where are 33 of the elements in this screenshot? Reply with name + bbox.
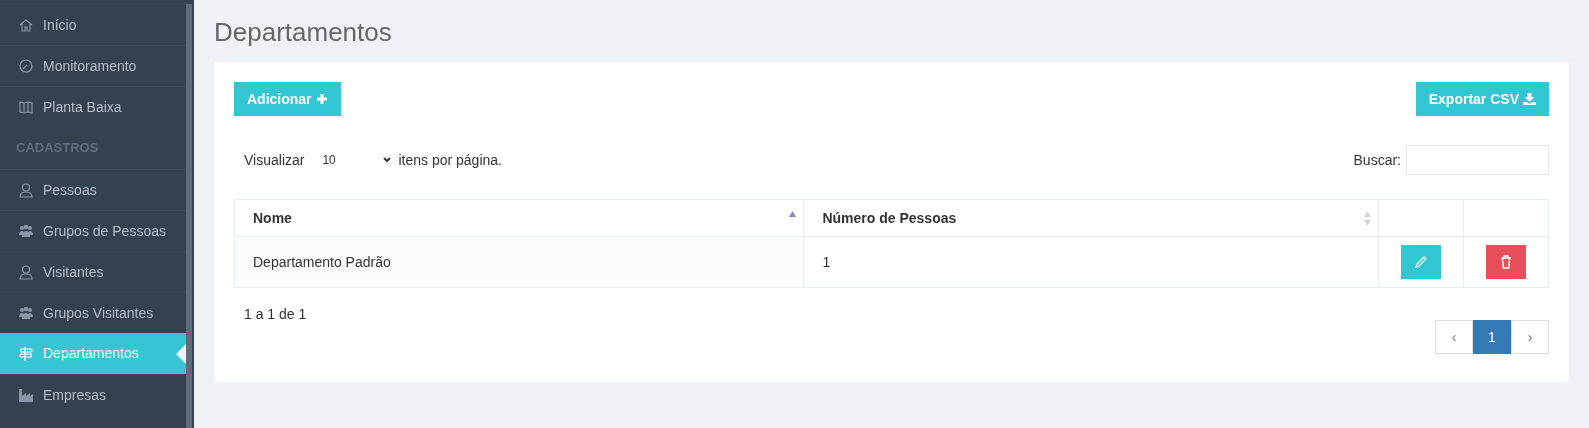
home-icon (18, 17, 34, 33)
previous-page-button[interactable]: ‹ (1435, 320, 1473, 354)
pencil-icon (1413, 255, 1428, 269)
page-size-label: Visualizar (244, 150, 305, 170)
users-icon (18, 223, 34, 239)
users-icon (18, 305, 34, 321)
table-cell: 1 (803, 236, 1379, 288)
table-cell: Departamento Padrão (234, 236, 804, 288)
column-header[interactable]: Número de Pessoas (803, 199, 1379, 237)
page-title: Departamentos (214, 15, 393, 49)
plus-icon (315, 93, 328, 105)
column-header[interactable]: Nome (234, 199, 804, 237)
factory-icon (18, 387, 34, 403)
user-icon (18, 182, 34, 198)
page-size-select[interactable]: 10 (322, 151, 393, 169)
delete-button[interactable] (1485, 245, 1526, 279)
scrollbar[interactable] (186, 4, 192, 428)
download-icon (1523, 93, 1536, 105)
page-button[interactable]: 1 (1473, 320, 1511, 354)
gauge-icon (18, 58, 34, 74)
sort-icon (1362, 211, 1372, 226)
edit-button[interactable] (1400, 245, 1441, 279)
signpost-icon (18, 345, 34, 362)
next-page-button[interactable]: › (1511, 320, 1549, 354)
page-size-suffix: itens por página. (398, 150, 502, 170)
user-icon (18, 264, 34, 280)
search-field[interactable] (1406, 145, 1549, 175)
chevron-down-icon (382, 156, 393, 164)
table-info: 1 a 1 de 1 (244, 305, 307, 324)
map-icon (18, 99, 34, 115)
sort-ascending-icon (788, 210, 798, 218)
trash-icon (1499, 255, 1512, 269)
search-label: Buscar: (1353, 150, 1401, 170)
